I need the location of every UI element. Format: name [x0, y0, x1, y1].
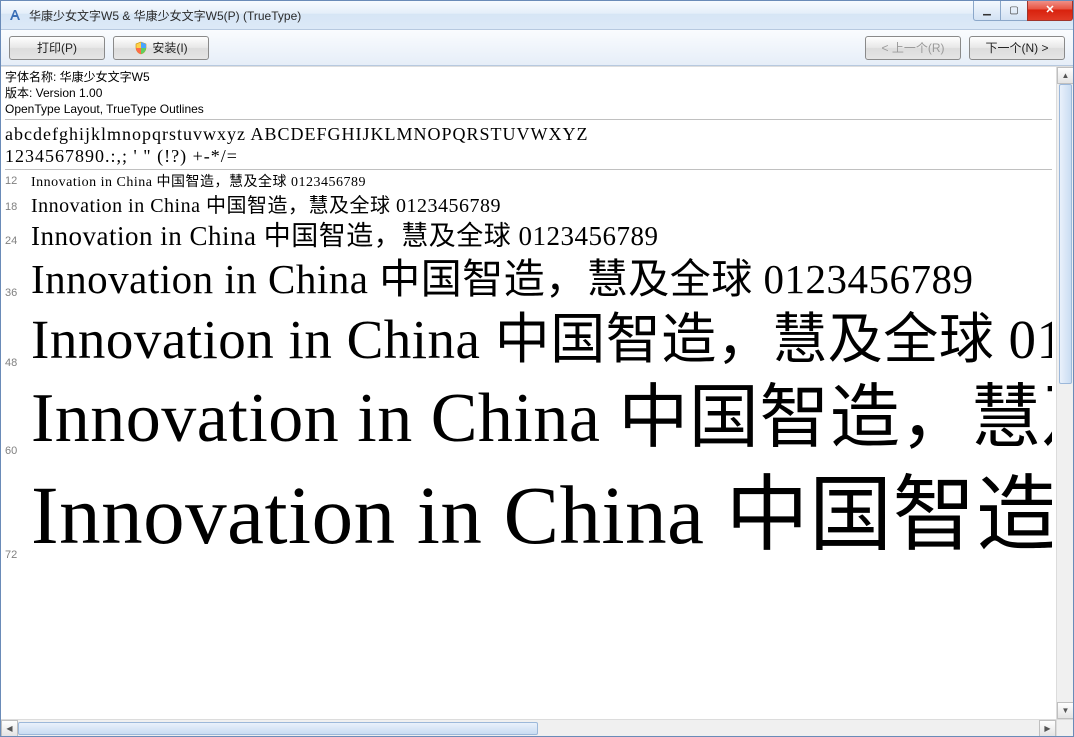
sample-text: Innovation in China 中国智造，慧及全球 0123456789 — [31, 463, 1052, 567]
app-icon — [7, 7, 23, 23]
minimize-button[interactable]: ▁ — [973, 1, 1001, 21]
content-area: 字体名称: 华康少女文字W5 版本: Version 1.00 OpenType… — [1, 66, 1073, 736]
divider — [5, 119, 1052, 120]
vertical-scrollbar[interactable]: ▲ ▼ — [1056, 67, 1073, 719]
toolbar: 打印(P) 安装(I) < 上一个(R) 下一个(N) > — [1, 30, 1073, 66]
sample-size-label: 24 — [5, 235, 31, 253]
sample-size-label: 36 — [5, 287, 31, 305]
font-version-line: 版本: Version 1.00 — [5, 85, 1052, 101]
sample-text: Innovation in China 中国智造，慧及全球 0123456789 — [31, 173, 366, 193]
scroll-down-button[interactable]: ▼ — [1057, 702, 1073, 719]
scroll-right-button[interactable]: ▶ — [1039, 720, 1056, 736]
scrollbar-corner — [1056, 719, 1073, 736]
preview-content: 字体名称: 华康少女文字W5 版本: Version 1.00 OpenType… — [1, 67, 1056, 719]
sample-list: 12Innovation in China 中国智造，慧及全球 01234567… — [5, 173, 1052, 567]
sample-row: 60Innovation in China 中国智造，慧及全球 01234567… — [5, 375, 1052, 463]
sample-size-label: 72 — [5, 549, 31, 567]
minimize-icon: ▁ — [983, 6, 991, 16]
sample-text: Innovation in China 中国智造，慧及全球 0123456789 — [31, 375, 1052, 463]
next-font-button[interactable]: 下一个(N) > — [969, 36, 1065, 60]
sample-size-label: 18 — [5, 201, 31, 219]
glyph-line-alpha: abcdefghijklmnopqrstuvwxyz ABCDEFGHIJKLM… — [5, 123, 1052, 145]
install-button[interactable]: 安装(I) — [113, 36, 209, 60]
font-name-line: 字体名称: 华康少女文字W5 — [5, 69, 1052, 85]
window-title: 华康少女文字W5 & 华康少女文字W5(P) (TrueType) — [29, 7, 301, 24]
titlebar: 华康少女文字W5 & 华康少女文字W5(P) (TrueType) ▁ ▢ ✕ — [1, 1, 1073, 30]
close-button[interactable]: ✕ — [1027, 1, 1073, 21]
font-layout-line: OpenType Layout, TrueType Outlines — [5, 101, 1052, 117]
prev-font-button[interactable]: < 上一个(R) — [865, 36, 961, 60]
vertical-scroll-thumb[interactable] — [1059, 84, 1072, 384]
sample-size-label: 12 — [5, 175, 31, 193]
maximize-icon: ▢ — [1009, 6, 1018, 16]
sample-text: Innovation in China 中国智造，慧及全球 0123456789 — [31, 219, 658, 253]
close-icon: ✕ — [1045, 5, 1054, 16]
print-button[interactable]: 打印(P) — [9, 36, 105, 60]
window-controls: ▁ ▢ ✕ — [974, 1, 1073, 21]
maximize-button[interactable]: ▢ — [1000, 1, 1028, 21]
next-font-label: 下一个(N) > — [985, 39, 1048, 56]
sample-text: Innovation in China 中国智造，慧及全球 0123456789 — [31, 193, 501, 219]
shield-icon — [134, 41, 148, 55]
print-button-label: 打印(P) — [37, 39, 77, 56]
sample-row: 36Innovation in China 中国智造，慧及全球 01234567… — [5, 253, 1052, 305]
glyph-line-digits: 1234567890.:,; ' " (!?) +-*/= — [5, 145, 1052, 167]
sample-row: 12Innovation in China 中国智造，慧及全球 01234567… — [5, 173, 1052, 193]
scroll-up-button[interactable]: ▲ — [1057, 67, 1073, 84]
sample-size-label: 60 — [5, 445, 31, 463]
sample-text: Innovation in China 中国智造，慧及全球 0123456789 — [31, 253, 973, 305]
divider — [5, 169, 1052, 170]
sample-text: Innovation in China 中国智造，慧及全球 0123456789 — [31, 305, 1052, 375]
sample-row: 18Innovation in China 中国智造，慧及全球 01234567… — [5, 193, 1052, 219]
sample-size-label: 48 — [5, 357, 31, 375]
sample-row: 24Innovation in China 中国智造，慧及全球 01234567… — [5, 219, 1052, 253]
horizontal-scrollbar[interactable]: ◀ ▶ — [1, 719, 1056, 736]
sample-row: 48Innovation in China 中国智造，慧及全球 01234567… — [5, 305, 1052, 375]
horizontal-scroll-thumb[interactable] — [18, 722, 538, 735]
scroll-left-button[interactable]: ◀ — [1, 720, 18, 736]
prev-font-label: < 上一个(R) — [881, 39, 944, 56]
install-button-label: 安装(I) — [152, 39, 187, 56]
sample-row: 72Innovation in China 中国智造，慧及全球 01234567… — [5, 463, 1052, 567]
font-preview-window: 华康少女文字W5 & 华康少女文字W5(P) (TrueType) ▁ ▢ ✕ … — [0, 0, 1074, 737]
